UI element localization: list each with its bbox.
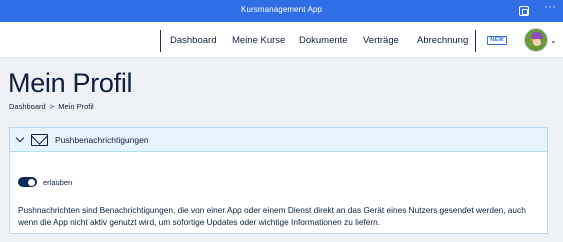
panel-title: Pushbenachrichtigungen <box>55 135 149 145</box>
nav-divider-left <box>160 30 161 52</box>
panel-description: Pushnachrichten sind Benachrichtigungen,… <box>18 205 526 227</box>
nav-item-dokumente[interactable]: Dokumente <box>299 35 348 46</box>
push-notifications-panel: Pushbenachrichtigungen erlauben Pushnach… <box>9 127 548 234</box>
toggle-knob <box>28 178 35 186</box>
title-bar: Kursmanagement App ··· <box>0 0 563 22</box>
window-layout-icon[interactable] <box>519 6 529 16</box>
nav-item-meine-kurse[interactable]: Meine Kurse <box>232 35 285 46</box>
nav-divider-right <box>475 30 476 52</box>
chevron-down-icon[interactable] <box>15 133 25 143</box>
breadcrumb-item-current: Mein Profil <box>58 102 94 111</box>
nav-item-abrechnung[interactable]: Abrechnung <box>417 35 468 46</box>
breadcrumb: Dashboard > Mein Profil <box>9 102 96 111</box>
push-toggle[interactable] <box>18 177 37 187</box>
panel-header[interactable]: Pushbenachrichtigungen <box>10 128 547 152</box>
app-title: Kursmanagement App <box>241 5 322 14</box>
avatar[interactable] <box>524 28 548 52</box>
new-badge[interactable]: NEW <box>487 36 507 45</box>
more-icon[interactable]: ··· <box>544 1 557 13</box>
toggle-label: erlauben <box>43 178 73 187</box>
chevron-down-icon[interactable]: ⌄ <box>550 36 557 45</box>
top-navigation: Dashboard Meine Kurse Dokumente Verträge… <box>0 22 563 58</box>
page-title: Mein Profil <box>8 68 133 98</box>
breadcrumb-item-dashboard[interactable]: Dashboard <box>9 102 46 111</box>
nav-item-vertraege[interactable]: Verträge <box>363 35 399 46</box>
envelope-icon <box>31 134 48 146</box>
nav-item-dashboard[interactable]: Dashboard <box>170 35 216 46</box>
breadcrumb-separator: > <box>49 102 55 111</box>
